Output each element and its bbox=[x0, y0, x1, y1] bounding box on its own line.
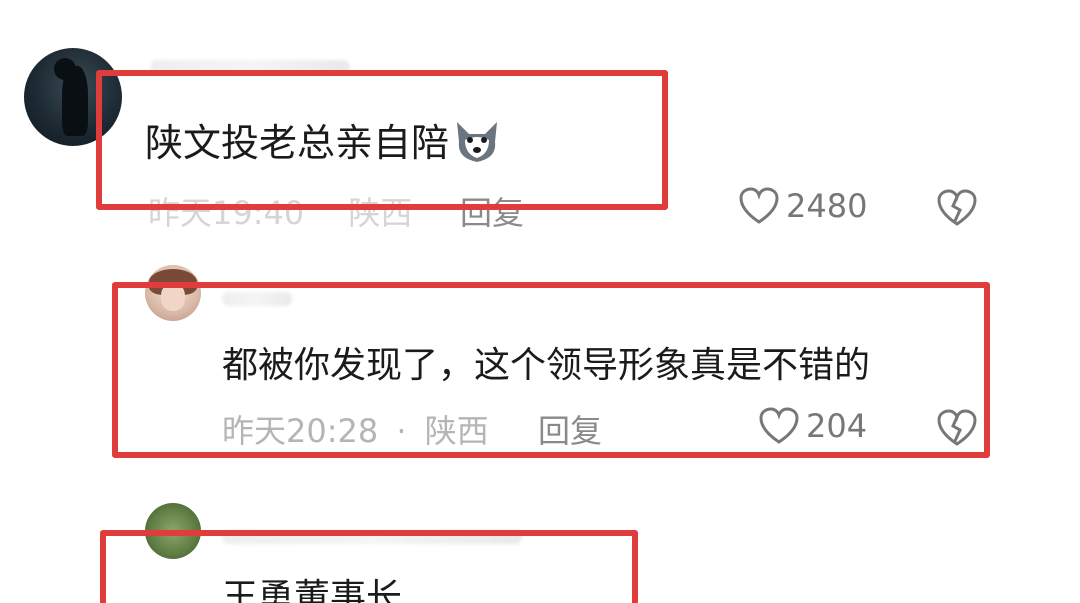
highlight-box bbox=[96, 70, 668, 210]
dislike-button[interactable] bbox=[936, 188, 978, 232]
highlight-box bbox=[100, 530, 638, 603]
heart-outline-icon bbox=[739, 187, 779, 224]
broken-heart-icon bbox=[937, 189, 977, 226]
comment-thread: 陕文投老总亲自陪 昨天19:40 陕西 回复 2480 都被你发现了，这个领导形… bbox=[0, 0, 1080, 603]
highlight-box bbox=[112, 282, 990, 458]
like-count: 2480 bbox=[786, 187, 868, 225]
like-button[interactable]: 2480 bbox=[738, 186, 867, 226]
